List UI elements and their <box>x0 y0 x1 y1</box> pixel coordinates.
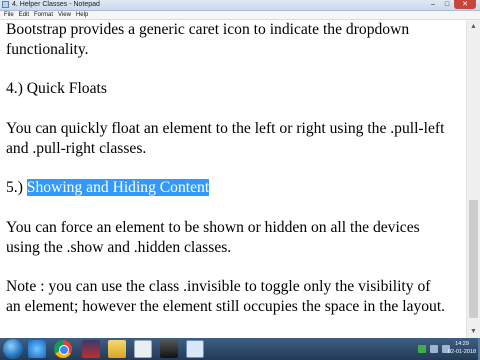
taskbar: 14:29 02-01-2018 <box>0 338 480 360</box>
title-bar[interactable]: 4. Helper Classes - Notepad – □ ✕ <box>0 0 480 11</box>
close-button[interactable]: ✕ <box>454 0 476 9</box>
text-edit-area[interactable]: Bootstrap provides a generic caret icon … <box>0 20 466 338</box>
text-line: You can quickly float an element to the … <box>6 119 445 137</box>
text-line: and .pull-right classes. <box>6 139 147 157</box>
vertical-scrollbar[interactable]: ▲ ▼ <box>466 20 480 338</box>
internet-explorer-icon[interactable] <box>28 340 46 358</box>
media-player-icon[interactable] <box>82 340 100 358</box>
taskbar-clock[interactable]: 14:29 02-01-2018 <box>447 340 477 356</box>
text-line: Note : you can use the class .invisible … <box>6 278 431 296</box>
chrome-icon[interactable] <box>54 340 72 358</box>
network-icon[interactable] <box>430 345 438 353</box>
text-line: an element; however the element still oc… <box>6 298 446 316</box>
clock-time: 14:29 <box>455 341 469 347</box>
menu-format[interactable]: Format <box>34 11 53 19</box>
text-line: functionality. <box>6 40 89 58</box>
notepad-icon <box>2 1 9 8</box>
menu-view[interactable]: View <box>58 11 71 19</box>
file-explorer-icon[interactable] <box>108 340 126 358</box>
menu-file[interactable]: File <box>4 11 14 19</box>
text-line: using the .show and .hidden classes. <box>6 238 232 256</box>
scroll-down-arrow-icon[interactable]: ▼ <box>467 325 480 338</box>
menu-bar: File Edit Format View Help <box>0 11 480 20</box>
text-line: You can force an element to be shown or … <box>6 218 420 236</box>
window-title: 4. Helper Classes - Notepad <box>12 1 100 8</box>
action-center-icon[interactable] <box>418 345 426 353</box>
notepad-taskbar-icon[interactable] <box>186 340 204 358</box>
menu-edit[interactable]: Edit <box>19 11 29 19</box>
text-line: Bootstrap provides a generic caret icon … <box>6 21 410 38</box>
line-prefix: 5.) <box>6 179 27 197</box>
minimize-button[interactable]: – <box>426 0 440 9</box>
scroll-thumb[interactable] <box>469 200 478 318</box>
selected-text: Showing and Hiding Content <box>26 179 210 197</box>
system-tray <box>418 345 450 353</box>
text-line-with-selection: 5.) Showing and Hiding Content <box>6 178 464 198</box>
start-button-icon[interactable] <box>3 339 23 359</box>
document-text: Bootstrap provides a generic caret icon … <box>6 20 464 317</box>
sticky-notes-icon[interactable] <box>134 340 152 358</box>
video-app-icon[interactable] <box>160 340 178 358</box>
window-controls: – □ ✕ <box>426 0 476 10</box>
clock-date: 02-01-2018 <box>447 349 477 355</box>
text-line: 4.) Quick Floats <box>6 80 107 98</box>
scroll-up-arrow-icon[interactable]: ▲ <box>467 20 480 33</box>
menu-help[interactable]: Help <box>76 11 88 19</box>
maximize-button[interactable]: □ <box>440 0 454 9</box>
